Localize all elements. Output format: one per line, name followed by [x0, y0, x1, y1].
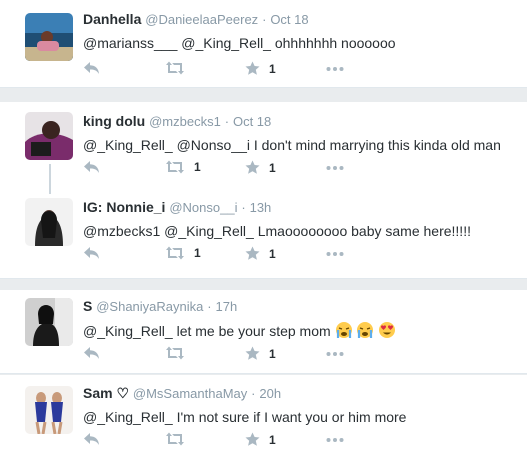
timestamp[interactable]: 17h — [216, 299, 238, 314]
like-button[interactable]: 1 — [245, 346, 276, 361]
crying-face-emoji-icon — [335, 322, 352, 338]
reply-icon — [84, 433, 99, 445]
retweet-icon — [166, 61, 184, 75]
retweet-icon — [166, 246, 184, 260]
reply-button[interactable] — [83, 246, 100, 260]
retweet-button[interactable]: 1 — [165, 246, 201, 260]
tweet-card[interactable]: Sam ♡ @MsSamanthaMay · 20h @_King_Rell_ … — [0, 375, 527, 459]
like-count: 1 — [269, 61, 276, 76]
tweet-actions: 1 — [83, 346, 363, 362]
retweet-button[interactable] — [165, 346, 185, 360]
separator-dot: · — [207, 299, 212, 314]
more-button[interactable] — [326, 437, 344, 443]
more-dots-icon — [326, 67, 344, 71]
reply-icon — [84, 161, 99, 173]
retweet-icon — [166, 160, 184, 174]
avatar[interactable] — [25, 112, 73, 160]
username[interactable]: @mzbecks1 — [149, 114, 221, 129]
reply-button[interactable] — [83, 432, 100, 446]
tweet-header: S @ShaniyaRaynika · 17h — [83, 297, 517, 316]
tweet-actions: 1 1 — [83, 246, 363, 262]
tweet-card[interactable]: S @ShaniyaRaynika · 17h @_King_Rell_ let… — [0, 290, 527, 374]
like-star-icon — [245, 61, 260, 75]
fullname[interactable]: king dolu — [83, 113, 145, 129]
tweet-actions: 1 — [83, 432, 363, 448]
username[interactable]: @Nonso__i — [169, 200, 237, 215]
like-count: 1 — [269, 246, 276, 261]
tweet-header: king dolu @mzbecks1 · Oct 18 — [83, 112, 517, 131]
separator-dot: · — [241, 200, 246, 215]
fullname[interactable]: Danhella — [83, 11, 141, 27]
like-star-icon — [245, 346, 260, 360]
tweet-actions: 1 — [83, 61, 363, 77]
tweet-text: @_King_Rell_ let me be your step mom — [83, 321, 517, 341]
username[interactable]: @DanieelaaPeerez — [145, 12, 258, 27]
avatar[interactable] — [25, 13, 73, 61]
heart-eyes-emoji-icon — [379, 322, 396, 338]
avatar[interactable] — [25, 386, 73, 434]
more-button[interactable] — [326, 351, 344, 357]
reply-icon — [84, 347, 99, 359]
more-button[interactable] — [326, 251, 344, 257]
more-dots-icon — [326, 252, 344, 256]
tweet-header: Sam ♡ @MsSamanthaMay · 20h — [83, 384, 517, 403]
retweet-count: 1 — [194, 246, 201, 260]
like-button[interactable]: 1 — [245, 246, 276, 261]
retweet-button[interactable]: 1 — [165, 160, 201, 174]
like-star-icon — [245, 246, 260, 260]
like-count: 1 — [269, 160, 276, 175]
retweet-icon — [166, 346, 184, 360]
username[interactable]: @MsSamanthaMay — [133, 386, 247, 401]
tweet-text: @mzbecks1 @_King_Rell_ Lmaoooooooo baby … — [83, 223, 471, 239]
tweet-actions: 1 1 — [83, 160, 363, 176]
reply-button[interactable] — [83, 61, 100, 75]
retweet-button[interactable] — [165, 432, 185, 446]
fullname[interactable]: Sam ♡ — [83, 385, 129, 401]
conversation-group: king dolu @mzbecks1 · Oct 18 @_King_Rell… — [0, 102, 527, 279]
reply-icon — [84, 247, 99, 259]
more-dots-icon — [326, 352, 344, 356]
separator-dot: · — [224, 114, 230, 129]
timestamp[interactable]: Oct 18 — [270, 12, 308, 27]
like-star-icon — [245, 160, 260, 174]
thread-line — [49, 164, 51, 194]
more-button[interactable] — [326, 66, 344, 72]
like-button[interactable]: 1 — [245, 61, 276, 76]
tweet-header: Danhella @DanieelaaPeerez · Oct 18 — [83, 10, 517, 29]
avatar[interactable] — [25, 298, 73, 346]
tweet-text-content: @_King_Rell_ let me be your step mom — [83, 323, 331, 339]
separator-dot: · — [251, 386, 256, 401]
like-button[interactable]: 1 — [245, 432, 276, 447]
more-button[interactable] — [326, 165, 344, 171]
username[interactable]: @ShaniyaRaynika — [96, 299, 203, 314]
tweet-card[interactable]: Danhella @DanieelaaPeerez · Oct 18 @mari… — [0, 0, 527, 88]
tweet-header: IG: Nonnie_i @Nonso__i · 13h — [83, 198, 517, 217]
retweet-icon — [166, 432, 184, 446]
like-count: 1 — [269, 432, 276, 447]
retweet-count: 1 — [194, 160, 201, 174]
retweet-button[interactable] — [165, 61, 185, 75]
tweet-text: @marianss___ @_King_Rell_ ohhhhhhh noooo… — [83, 35, 396, 51]
avatar[interactable] — [25, 198, 73, 246]
fullname[interactable]: IG: Nonnie_i — [83, 199, 165, 215]
like-star-icon — [245, 432, 260, 446]
like-count: 1 — [269, 346, 276, 361]
timestamp[interactable]: 20h — [259, 386, 281, 401]
tweet-text: @_King_Rell_ I'm not sure if I want you … — [83, 409, 407, 425]
reply-icon — [84, 62, 99, 74]
timestamp[interactable]: Oct 18 — [233, 114, 271, 129]
reply-button[interactable] — [83, 160, 100, 174]
fullname[interactable]: S — [83, 298, 92, 314]
more-dots-icon — [326, 438, 344, 442]
timestamp[interactable]: 13h — [250, 200, 272, 215]
crying-face-emoji-icon — [357, 322, 374, 338]
separator-dot: · — [262, 12, 267, 27]
like-button[interactable]: 1 — [245, 160, 276, 175]
tweet-text: @_King_Rell_ @Nonso__i I don't mind marr… — [83, 137, 501, 153]
reply-button[interactable] — [83, 346, 100, 360]
more-dots-icon — [326, 166, 344, 170]
